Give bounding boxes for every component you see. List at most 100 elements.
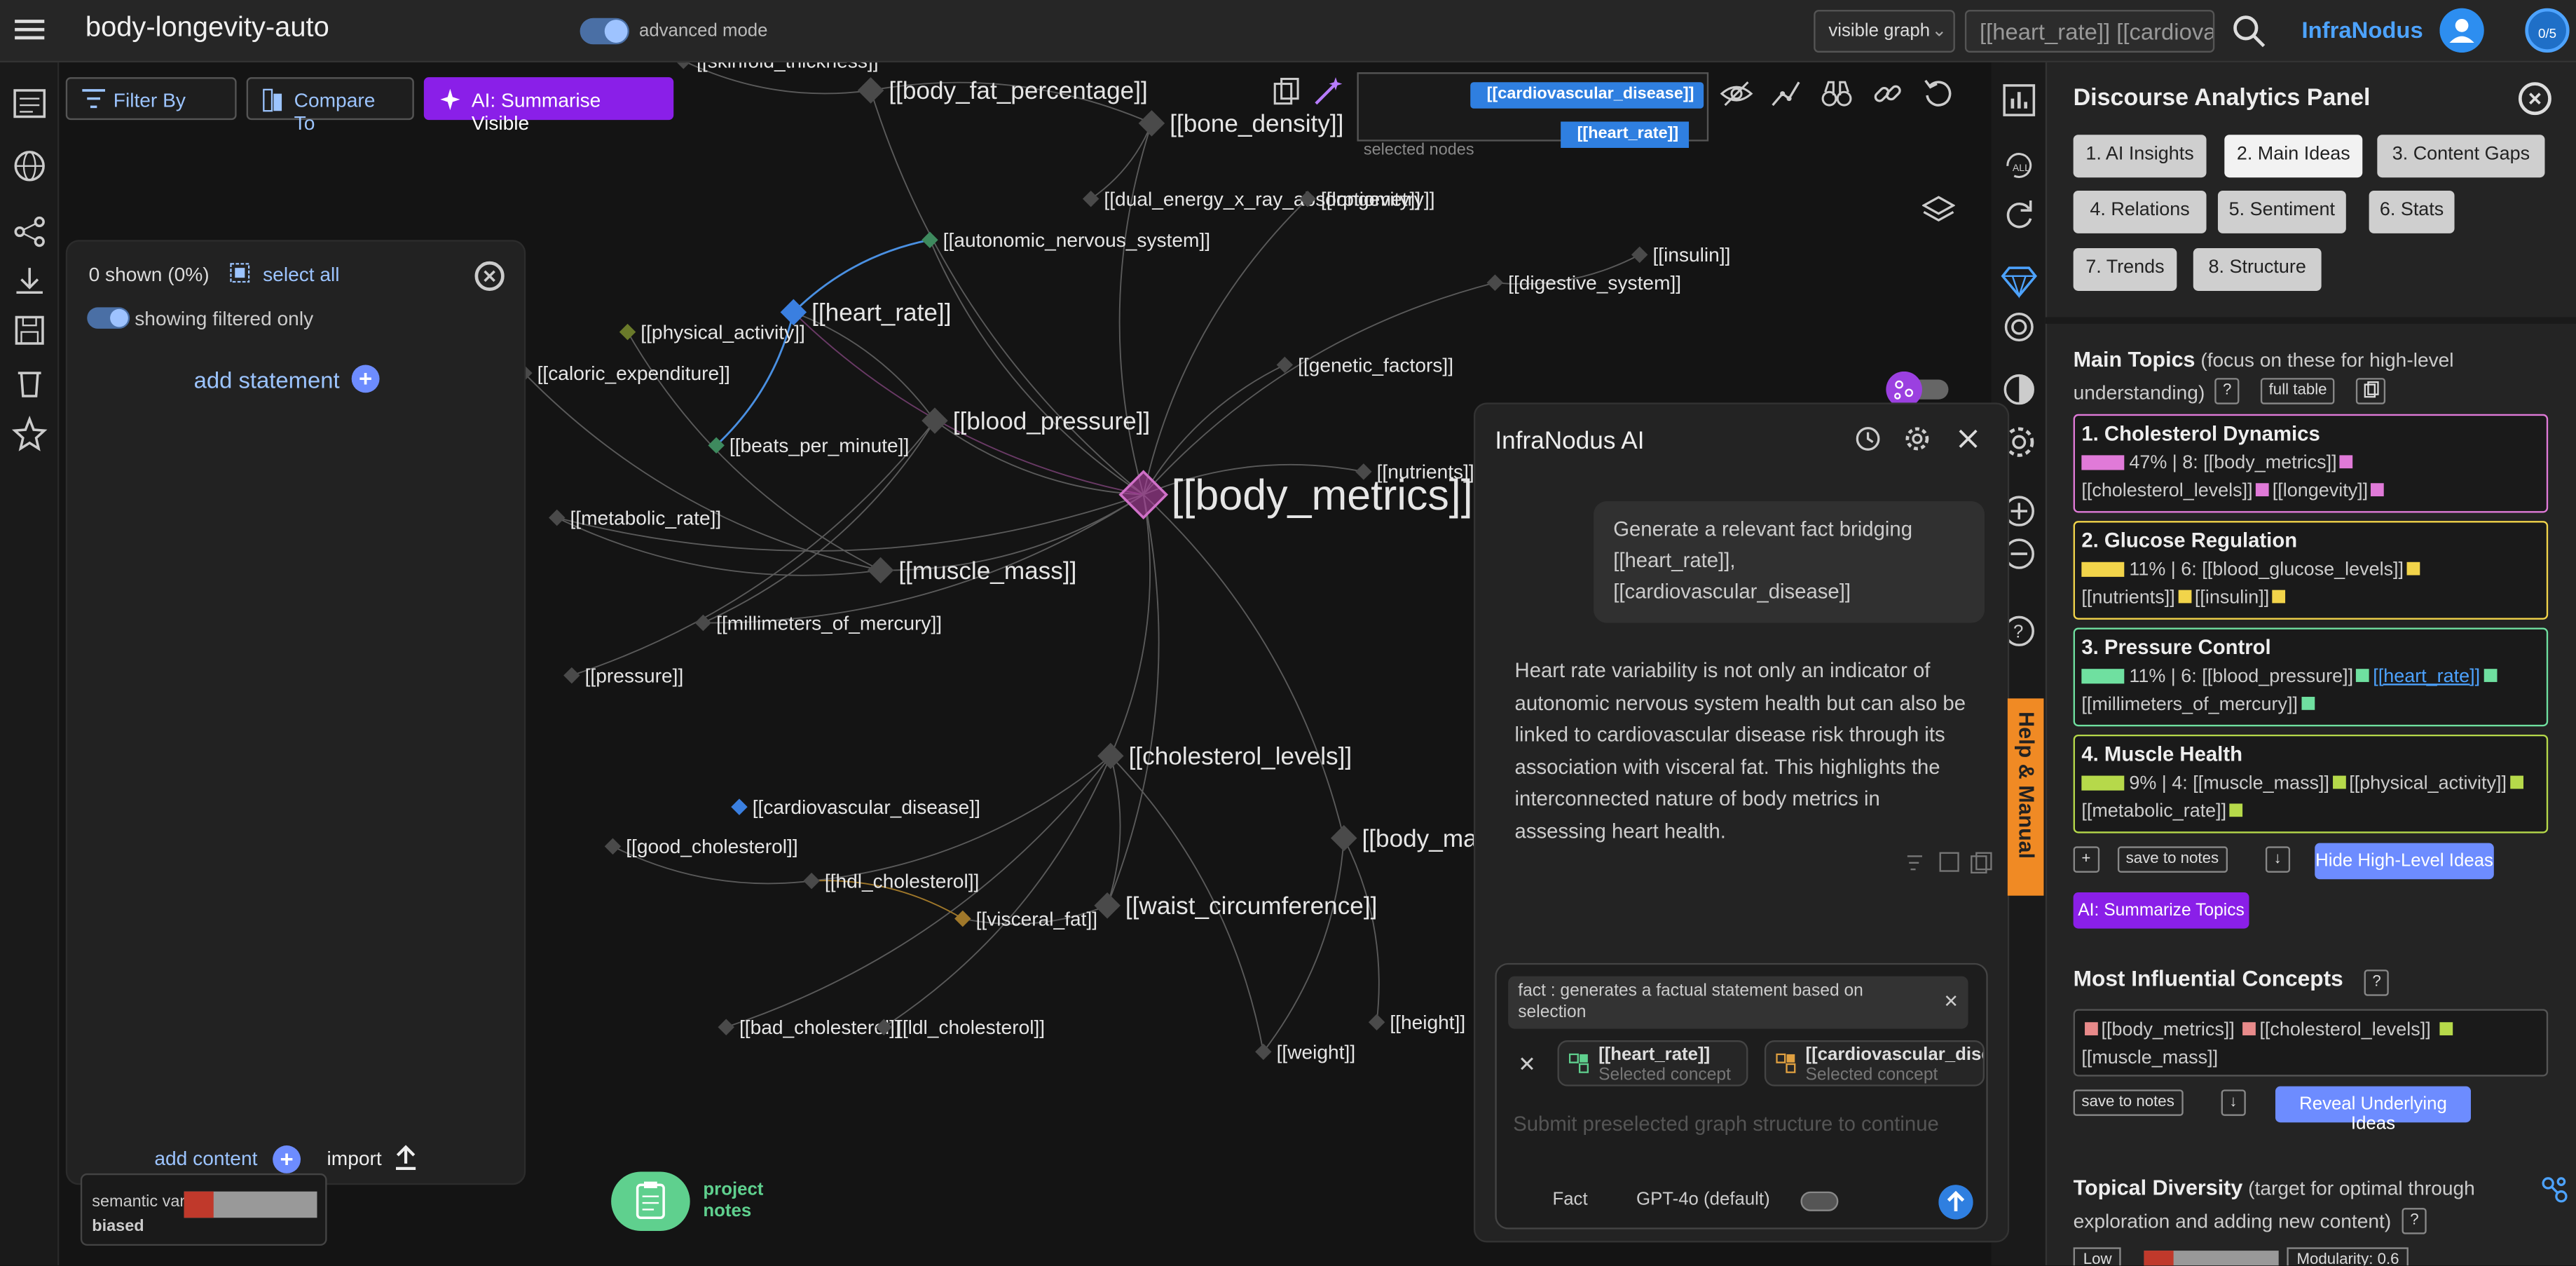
graph-node-marker[interactable] [1255,1043,1272,1061]
graph-node[interactable]: [[height]] [1368,1012,1465,1033]
graph-node-marker[interactable] [604,838,622,855]
user-icon[interactable] [2439,8,2484,53]
graph-node-marker[interactable] [549,509,566,526]
sort-icon[interactable] [1907,855,1922,871]
graph-node-label[interactable]: [[good_cholesterol]] [626,836,797,857]
clear-concepts-icon[interactable]: ✕ [1518,1051,1536,1078]
path-icon[interactable] [1769,77,1802,110]
graph-node-label[interactable]: [[metabolic_rate]] [570,507,722,529]
diversity-help-button[interactable]: ? [2402,1208,2427,1234]
diamond-icon[interactable] [2001,263,2037,299]
graph-node[interactable]: [[insulin]] [1631,244,1730,266]
select-all-icon[interactable] [230,263,250,283]
model-select[interactable]: GPT-4o (default) [1636,1190,1770,1209]
graph-node-label[interactable]: [[millimeters_of_mercury]] [716,612,942,634]
save-topics-to-notes-button[interactable]: save to notes [2117,846,2227,873]
send-arrow-icon[interactable] [1938,1185,1973,1220]
graph-node[interactable]: [[digestive_system]] [1486,272,1681,294]
graph-node-marker[interactable] [1094,892,1121,919]
graph-node[interactable]: [[skinfold_thickness]] [676,62,879,72]
advanced-mode-toggle[interactable] [580,18,629,45]
graph-node-label[interactable]: [[physical_activity]] [640,321,804,343]
graph-node-label[interactable]: [[body_ma [1362,825,1478,852]
graph-node-marker[interactable] [1330,824,1357,852]
graph-node-label[interactable]: [[genetic_factors]] [1298,354,1453,376]
graph-node[interactable]: [[pressure]] [563,665,683,686]
graph-node-label[interactable]: [[visceral_fat]] [976,908,1098,930]
project-notes-label[interactable]: project notes [703,1180,769,1223]
tab-relations[interactable]: 4. Relations [2073,190,2207,233]
share-icon[interactable] [11,214,48,250]
close-icon[interactable] [2518,82,2551,116]
search-input[interactable]: [[heart_rate]] [[cardiovascular_disease]… [1964,10,2215,53]
selected-node-chip[interactable]: [[cardiovascular_disease]] [1470,82,1704,109]
ai-prompt-input[interactable]: Submit preselected graph structure to co… [1513,1112,1976,1142]
hide-high-level-ideas-button[interactable]: Hide High-Level Ideas [2315,843,2494,880]
contrast-icon[interactable] [2001,372,2037,408]
filter-by-button[interactable]: Filter By [65,77,237,121]
tab-ai-insights[interactable]: 1. AI Insights [2073,135,2207,178]
graph-node[interactable]: [[heart_rate]] [780,299,952,327]
counter-badge[interactable]: 0/5 [2525,8,2570,53]
trash-icon[interactable] [11,365,48,401]
graph-node-label[interactable]: [[pressure]] [585,665,684,686]
help-manual-tab[interactable]: Help & Manual [2007,698,2044,896]
influential-help-button[interactable]: ? [2364,969,2390,996]
view-select[interactable]: visible graph ⌄ [1814,10,1955,53]
message-tools[interactable] [1906,851,1998,874]
download-topics-button[interactable]: ↓ [2265,846,2290,873]
mode-select[interactable]: Fact [1552,1190,1587,1209]
history-icon[interactable] [1855,426,1882,452]
download-concepts-button[interactable]: ↓ [2221,1089,2246,1116]
tab-structure[interactable]: 8. Structure [2193,248,2322,291]
graph-node-marker[interactable] [718,1019,734,1035]
tab-trends[interactable]: 7. Trends [2073,248,2177,291]
topic-muscle-health[interactable]: 4. Muscle Health 9% | 4: [[muscle_mass]]… [2073,734,2549,833]
model-toggle[interactable] [1800,1191,1839,1211]
reset-all-icon[interactable]: ALL [2001,148,2037,184]
menu-icon[interactable] [13,15,46,48]
add-content-plus-icon[interactable]: + [273,1145,301,1173]
graph-node-label[interactable]: [[cholesterol_levels]] [1129,743,1352,770]
copy-icon[interactable] [1971,852,1992,874]
project-notes-button[interactable] [611,1171,690,1231]
graph-node-marker[interactable] [619,323,636,341]
graph-node[interactable]: [[metabolic_rate]] [549,507,721,529]
main-topics-help-button[interactable]: ? [2214,378,2240,404]
graph-node[interactable]: [[weight]] [1255,1041,1355,1063]
graph-node[interactable]: [[physical_activity]] [619,321,805,343]
topic-glucose-regulation[interactable]: 2. Glucose Regulation 11% | 6: [[blood_g… [2073,521,2549,620]
add-topic-button[interactable]: + [2073,846,2099,873]
copy-icon[interactable] [1270,76,1303,109]
graph-node[interactable]: [[muscle_mass]] [867,557,1077,585]
notes-list-icon[interactable] [11,86,48,122]
add-statement-plus-icon[interactable]: + [351,365,380,393]
graph-node-label[interactable]: [[hdl_cholesterol]] [825,870,979,892]
full-table-button[interactable]: full table [2260,378,2336,404]
brand-logo[interactable]: InfraNodus [2302,16,2423,43]
graph-node-marker[interactable] [1486,274,1504,291]
graph-node[interactable]: [[cardiovascular_disease]] [731,796,980,818]
graph-node-label[interactable]: [[beats_per_minute]] [729,435,909,456]
graph-node[interactable]: [[visceral_fat]] [954,908,1097,930]
graph-node-label[interactable]: [[caloric_expenditure]] [537,362,730,384]
graph-node-label[interactable]: [[cardiovascular_disease]] [753,796,980,818]
graph-node-label[interactable]: [[autonomic_nervous_system]] [943,229,1210,251]
gear-icon[interactable] [1904,426,1931,452]
graph-node[interactable]: [[good_cholesterol]] [604,836,798,857]
graph-node-label[interactable]: [[weight]] [1277,1041,1356,1063]
magic-wand-icon[interactable] [1311,76,1344,109]
graph-node[interactable]: [[autonomic_nervous_system]] [922,229,1210,251]
add-statement-link[interactable]: add statement [194,367,340,393]
tab-content-gaps[interactable]: 3. Content Gaps [2377,135,2545,178]
graph-node-marker[interactable] [731,798,748,815]
graph-node-label[interactable]: [[blood_pressure]] [953,407,1150,435]
graph-node[interactable]: [[bad_cholesterol]] [718,1016,900,1038]
link-icon[interactable] [1871,77,1904,110]
tab-stats[interactable]: 6. Stats [2369,190,2455,233]
graph-node-marker[interactable] [857,77,884,104]
globe-icon[interactable] [11,148,48,184]
graph-node-label[interactable]: [[height]] [1390,1012,1465,1033]
graph-node-marker[interactable] [1082,190,1099,207]
graph-node-marker[interactable] [1631,246,1648,264]
